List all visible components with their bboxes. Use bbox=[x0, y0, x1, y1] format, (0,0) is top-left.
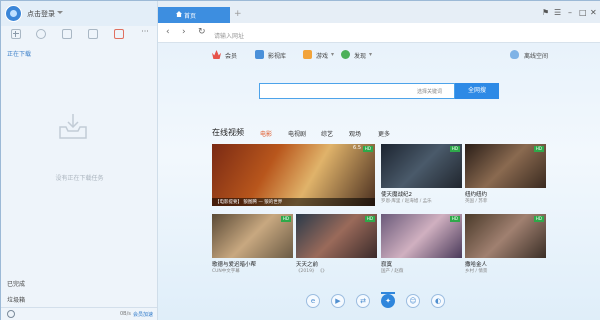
tab-variety[interactable]: 综艺 bbox=[321, 129, 333, 138]
cloud-icon bbox=[510, 50, 519, 59]
tab-tv[interactable]: 电视剧 bbox=[288, 129, 306, 138]
address-bar: ‹ › ↻ 请输入网址 bbox=[158, 23, 600, 43]
new-task-icon[interactable] bbox=[11, 29, 21, 39]
crown-icon bbox=[212, 50, 221, 59]
hd-badge: HD bbox=[449, 146, 460, 152]
download-toolbar: ··· bbox=[1, 27, 157, 41]
game-icon bbox=[303, 50, 312, 59]
active-indicator bbox=[381, 292, 395, 294]
quick-links: 会员 影视库 游戏 ▾ 发现 ▾ 离线空间 bbox=[158, 47, 600, 65]
completed-section[interactable]: 已完成 bbox=[7, 279, 25, 288]
app-window: 点击登录 ··· 正在下载 没有正在下载任务 已完成 垃圾箱 0B/s 会员加速 bbox=[0, 0, 600, 320]
film-icon bbox=[255, 50, 264, 59]
bird-icon[interactable]: ◐ bbox=[431, 294, 445, 308]
vip-link[interactable]: 会员 bbox=[225, 51, 237, 60]
download-speed: 0B/s bbox=[120, 311, 131, 317]
empty-message: 没有正在下载任务 bbox=[55, 175, 104, 182]
video-title[interactable]: 纽约纽约 bbox=[465, 190, 487, 198]
video-card-hero[interactable]: HD 6.5 【电影提要】 狼图腾 — 狼的世界 bbox=[212, 144, 375, 206]
video-card[interactable]: HD 使天魔战纪2 罗恩·库里 / 赵海旭 / 孟乐 bbox=[381, 144, 462, 206]
browser-panel: 首页 + ⚑ ☰ – □ ✕ ‹ › ↻ 请输入网址 会员 影视库 游戏 ▾ 发… bbox=[158, 1, 600, 320]
tab-bar: 首页 + ⚑ ☰ – □ ✕ bbox=[158, 1, 600, 23]
video-card[interactable]: HD 纽约纽约 英国 / 苏菲 bbox=[465, 144, 546, 206]
hd-badge: HD bbox=[364, 216, 375, 222]
back-icon[interactable]: ‹ bbox=[166, 27, 170, 37]
chevron-down-icon[interactable]: ▾ bbox=[331, 51, 334, 58]
smile-icon[interactable]: ☺ bbox=[406, 294, 420, 308]
tab-home[interactable]: 首页 bbox=[158, 7, 230, 23]
hd-badge: HD bbox=[280, 216, 291, 222]
search-button[interactable]: 全网搜 bbox=[455, 83, 499, 99]
online-video-header: 在线视频 电影 电视剧 综艺 观场 更多 bbox=[212, 127, 552, 141]
video-subtitle: 国产 / 赵薇 bbox=[381, 269, 404, 274]
tab-label: 首页 bbox=[184, 13, 197, 20]
rating: 6.5 bbox=[353, 145, 361, 151]
chevron-down-icon[interactable] bbox=[57, 11, 63, 14]
login-link[interactable]: 点击登录 bbox=[27, 9, 55, 19]
play-icon[interactable]: ▶ bbox=[331, 294, 345, 308]
maximize-icon[interactable]: □ bbox=[579, 8, 587, 17]
shuffle-icon[interactable]: ⇄ bbox=[356, 294, 370, 308]
close-icon[interactable]: ✕ bbox=[590, 8, 597, 17]
video-card[interactable]: HD 天天之前 《2019》 《》 bbox=[296, 214, 377, 276]
video-title[interactable]: 撒哈金人 bbox=[465, 260, 487, 268]
video-caption: 【电影提要】 狼图腾 — 狼的世界 bbox=[212, 198, 375, 206]
home-icon bbox=[176, 11, 182, 17]
status-bar: 0B/s 会员加速 bbox=[1, 307, 157, 320]
video-title[interactable]: 天天之前 bbox=[296, 260, 318, 268]
video-card[interactable]: HD 歌德与爱迟暗小帮 CUN中文字幕 bbox=[212, 214, 293, 276]
video-subtitle: 《2019》 《》 bbox=[296, 269, 327, 274]
empty-tray-icon bbox=[59, 114, 87, 139]
tab-movie[interactable]: 电影 bbox=[260, 129, 272, 138]
video-title[interactable]: 使天魔战纪2 bbox=[381, 190, 412, 198]
more-icon[interactable]: ··· bbox=[140, 28, 150, 39]
trash-section[interactable]: 垃圾箱 bbox=[7, 295, 25, 304]
search-input[interactable] bbox=[260, 84, 413, 98]
hd-badge: HD bbox=[533, 146, 544, 152]
delete-icon[interactable] bbox=[88, 29, 98, 39]
hd-badge: HD bbox=[533, 216, 544, 222]
pause-icon[interactable] bbox=[62, 29, 72, 39]
video-card[interactable]: HD 撒哈金人 乡村 / 情景 bbox=[465, 214, 546, 276]
new-tab-button[interactable]: + bbox=[234, 9, 242, 19]
avatar[interactable] bbox=[5, 5, 22, 22]
movie-library-link[interactable]: 影视库 bbox=[268, 51, 286, 60]
video-subtitle: 乡村 / 情景 bbox=[465, 269, 488, 274]
url-input[interactable]: 请输入网址 bbox=[214, 31, 244, 40]
hd-badge: HD bbox=[449, 216, 460, 222]
tab-live[interactable]: 观场 bbox=[349, 129, 361, 138]
video-title[interactable]: 寂寞 bbox=[381, 260, 392, 268]
video-thumbnail[interactable] bbox=[212, 144, 375, 206]
discover-icon bbox=[341, 50, 350, 59]
clock-icon[interactable] bbox=[7, 310, 15, 318]
apps-icon[interactable]: ✦ bbox=[381, 294, 395, 308]
bottom-dock: e ▶ ⇄ ✦ ☺ ◐ bbox=[300, 292, 460, 310]
minimize-icon[interactable]: – bbox=[568, 8, 572, 17]
discover-link[interactable]: 发现 bbox=[354, 51, 366, 60]
vip-icon[interactable] bbox=[114, 29, 124, 39]
download-panel: 点击登录 ··· 正在下载 没有正在下载任务 已完成 垃圾箱 0B/s 会员加速 bbox=[1, 1, 158, 320]
video-subtitle: 罗恩·库里 / 赵海旭 / 孟乐 bbox=[381, 199, 432, 204]
skin-icon[interactable]: ☰ bbox=[554, 8, 561, 17]
offline-space-link[interactable]: 离线空间 bbox=[524, 51, 548, 60]
downloading-section[interactable]: 正在下载 bbox=[7, 49, 31, 58]
section-title: 在线视频 bbox=[212, 128, 244, 137]
pin-icon[interactable]: ⚑ bbox=[542, 8, 549, 17]
start-icon[interactable] bbox=[36, 29, 46, 39]
video-subtitle: CUN中文字幕 bbox=[212, 269, 240, 274]
hd-badge: HD bbox=[362, 146, 373, 152]
vip-accelerate-link[interactable]: 会员加速 bbox=[133, 311, 153, 318]
tab-more[interactable]: 更多 bbox=[378, 129, 390, 138]
video-title[interactable]: 歌德与爱迟暗小帮 bbox=[212, 260, 256, 268]
chevron-down-icon[interactable]: ▾ bbox=[369, 51, 372, 58]
video-subtitle: 英国 / 苏菲 bbox=[465, 199, 488, 204]
ie-icon[interactable]: e bbox=[306, 294, 320, 308]
game-link[interactable]: 游戏 bbox=[316, 51, 328, 60]
account-header: 点击登录 bbox=[1, 1, 157, 26]
forward-icon[interactable]: › bbox=[182, 27, 186, 37]
search-box: 选择关键词 bbox=[259, 83, 455, 99]
video-card[interactable]: HD 寂寞 国产 / 赵薇 bbox=[381, 214, 462, 276]
keyword-select[interactable]: 选择关键词 bbox=[417, 88, 442, 95]
refresh-icon[interactable]: ↻ bbox=[198, 27, 206, 37]
